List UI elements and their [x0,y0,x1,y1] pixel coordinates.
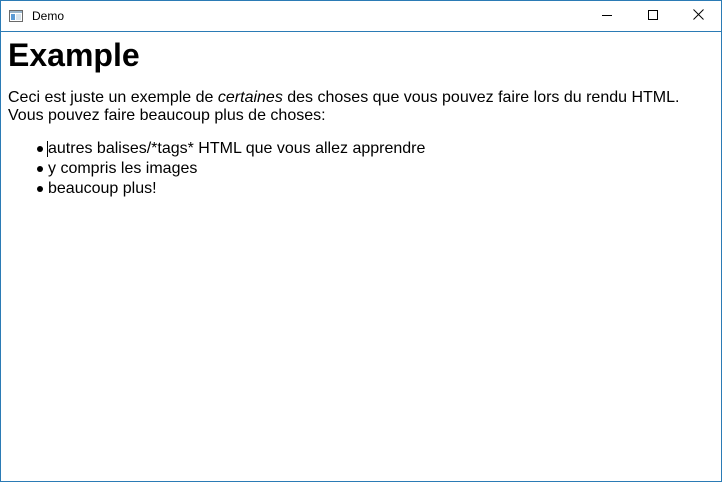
text-caret [47,141,48,157]
intro-paragraph: Ceci est juste un exemple de certaines d… [8,89,708,125]
list-item: autres balises/*tags* HTML que vous alle… [37,139,425,159]
paragraph-text-before: Ceci est juste un exemple de [8,89,218,106]
app-window: Demo Example Ceci est juste un exemple d… [0,0,722,482]
minimize-icon [602,7,612,25]
app-icon [9,9,23,22]
list-item: beaucoup plus! [37,179,425,199]
close-button[interactable] [675,1,721,31]
html-viewer[interactable]: Example Ceci est juste un exemple de cer… [3,32,719,479]
page-heading: Example [8,37,140,73]
bullet-list: autres balises/*tags* HTML que vous alle… [37,139,425,199]
minimize-button[interactable] [584,1,630,31]
close-icon [692,7,704,25]
paragraph-emphasis: certaines [217,89,283,106]
maximize-button[interactable] [630,1,676,31]
list-item: y compris les images [37,159,425,179]
maximize-icon [648,7,658,25]
title-bar[interactable]: Demo [1,1,721,32]
window-title: Demo [32,9,65,23]
